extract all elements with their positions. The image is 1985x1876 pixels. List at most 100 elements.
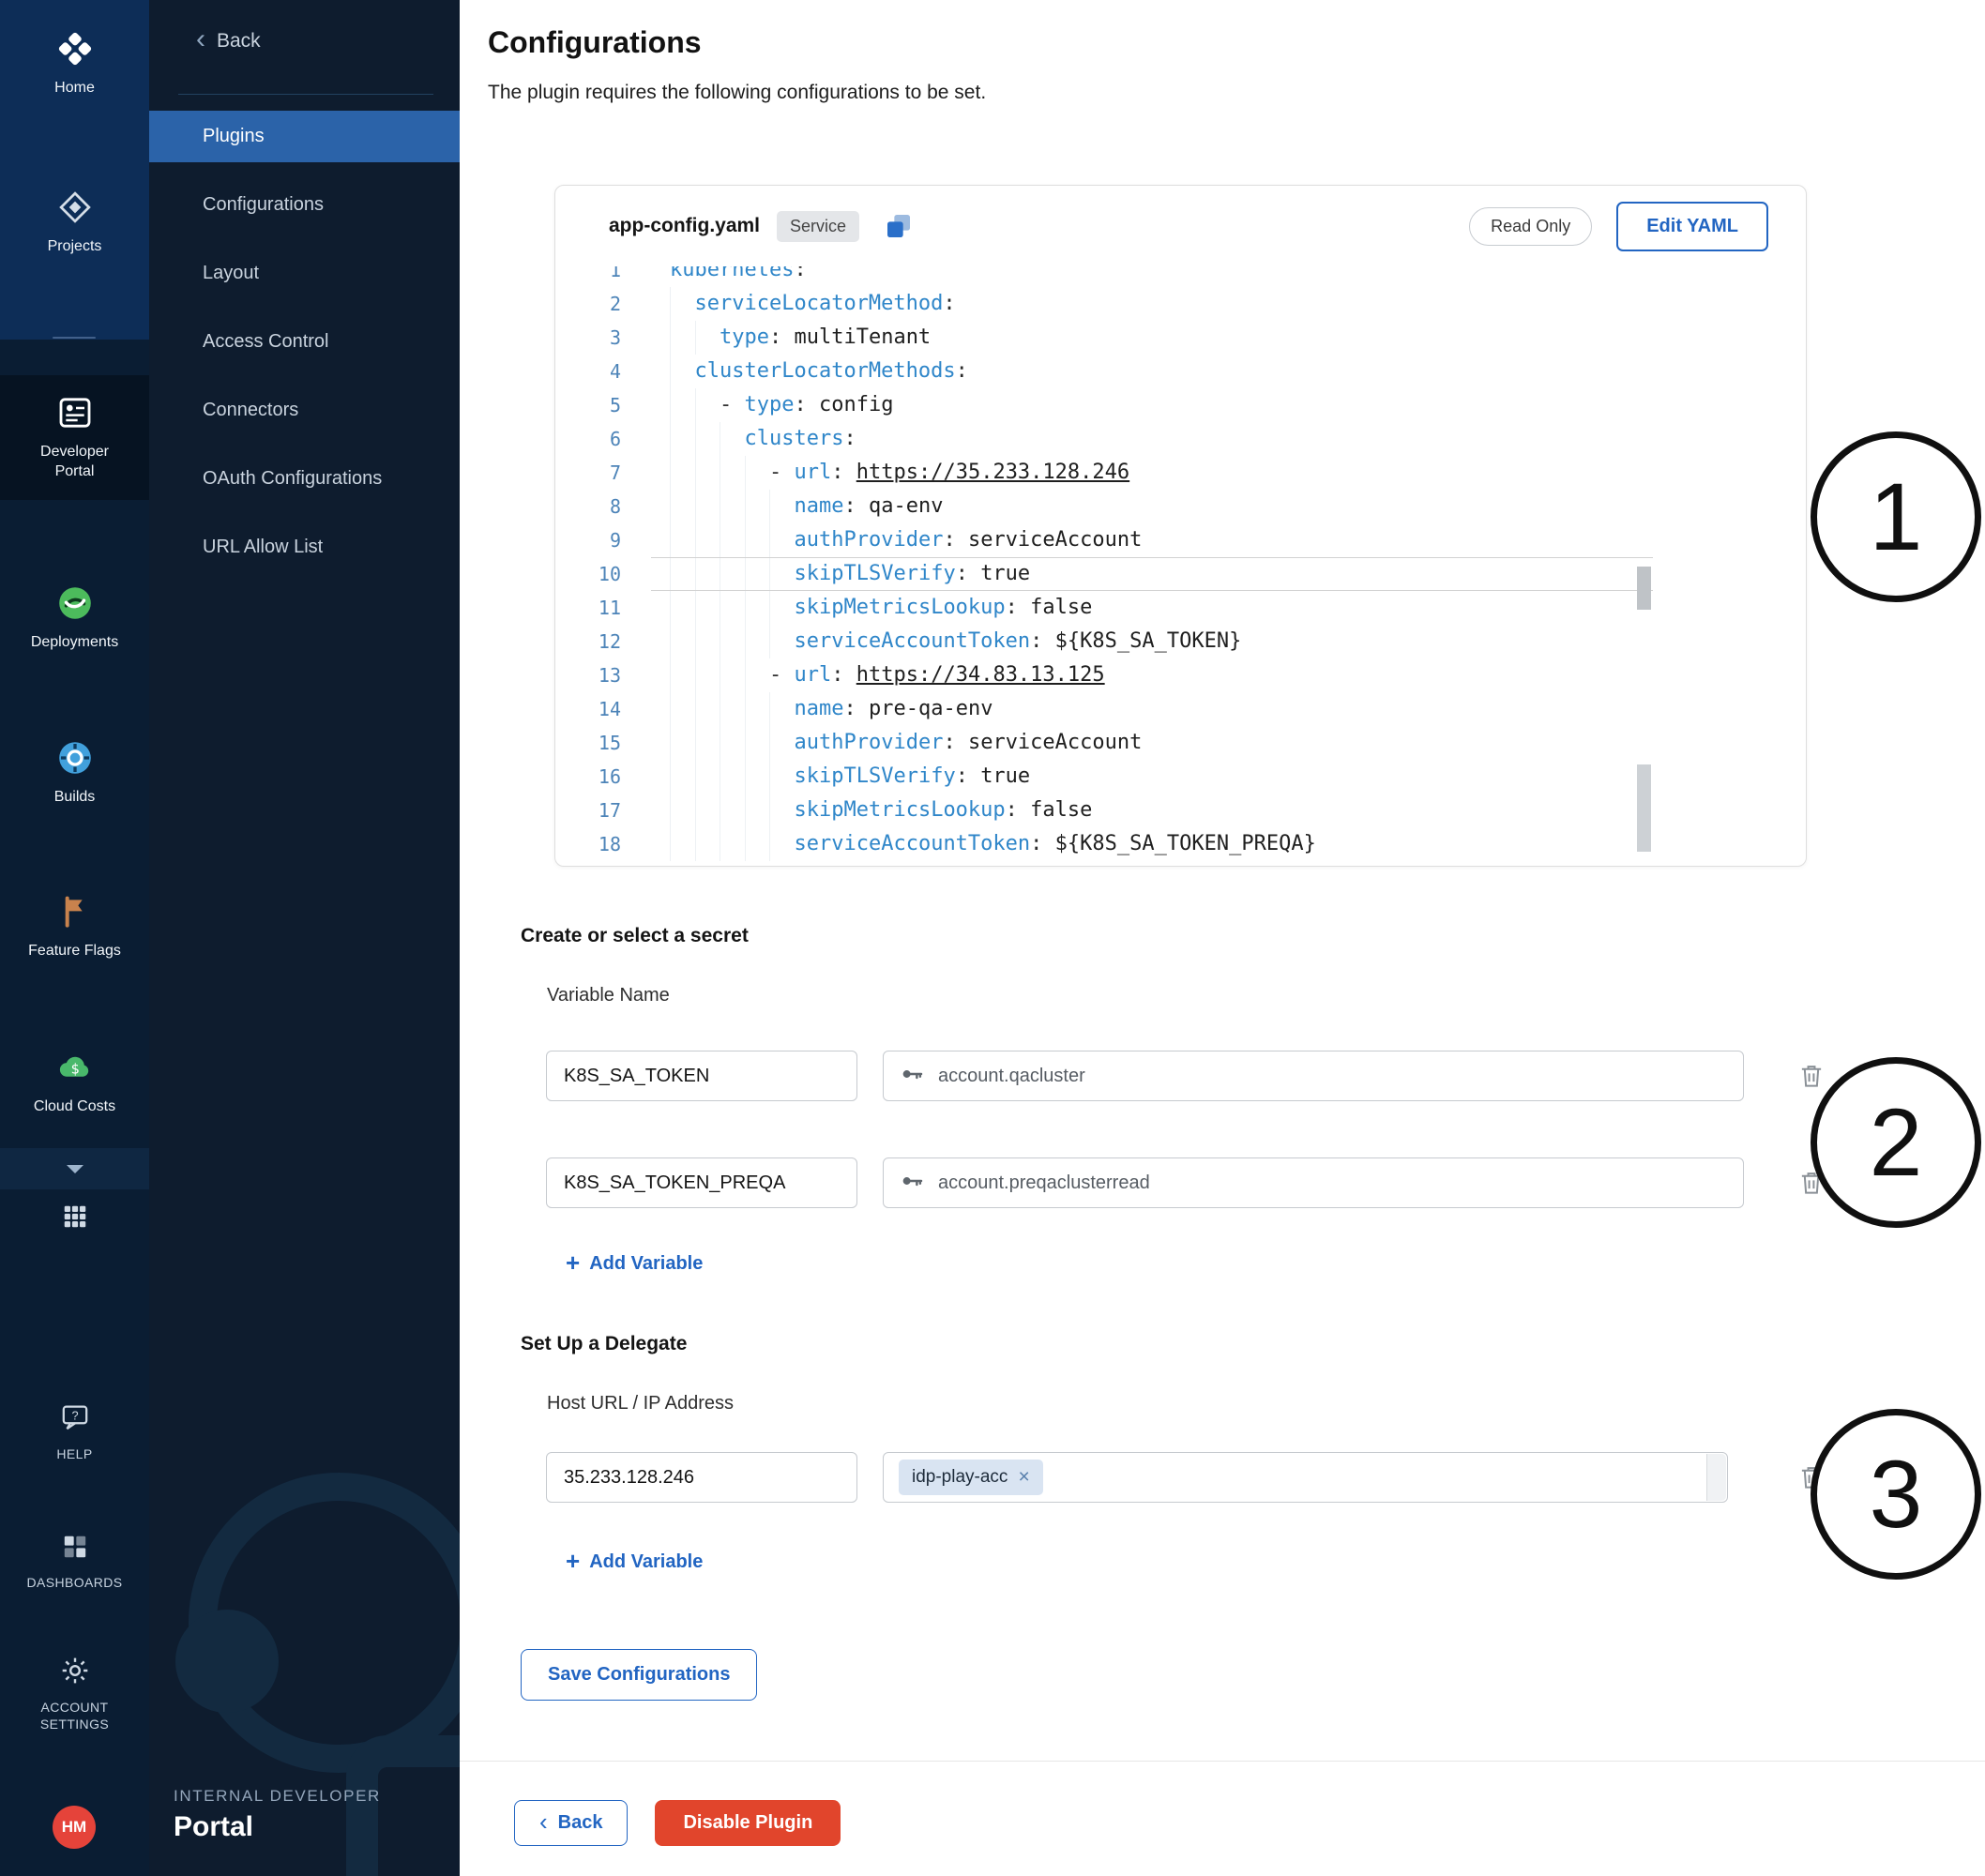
delegate-select-field[interactable]: idp-play-acc × — [883, 1452, 1728, 1503]
sidebar-decor-dot — [175, 1610, 279, 1713]
line-number: 10 — [589, 557, 621, 591]
sidebar-item-label: Access Control — [203, 331, 329, 353]
code-line: 5 - type: config — [589, 388, 1653, 422]
code-line: 17 skipMetricsLookup: false — [589, 794, 1653, 827]
footer-divider — [460, 1761, 1985, 1762]
add-variable-label: Add Variable — [589, 1253, 703, 1275]
yaml-url: https://34.83.13.125 — [856, 663, 1105, 687]
rail-item-help[interactable]: ? HELP — [0, 1401, 149, 1462]
code-line: 16 skipTLSVerify: true — [589, 760, 1653, 794]
page-title: Configurations — [488, 24, 1985, 60]
page-subtitle: The plugin requires the following config… — [488, 81, 1985, 105]
rail-item-label: HELP — [56, 1445, 92, 1462]
trash-icon[interactable] — [1796, 1060, 1828, 1092]
annotation-circle-2: 2 — [1811, 1057, 1981, 1228]
add-variable-button[interactable]: + Add Variable — [566, 1253, 703, 1275]
rail-item-developer-portal[interactable]: Developer Portal — [0, 375, 149, 500]
line-number: 5 — [589, 388, 621, 422]
rail-item-deployments[interactable]: Deployments — [0, 582, 149, 652]
line-number: 7 — [589, 456, 621, 490]
sidebar-item-url-allow-list[interactable]: URL Allow List — [149, 522, 460, 573]
delegate-section-heading: Set Up a Delegate — [521, 1332, 1985, 1356]
feature-flags-icon — [54, 891, 96, 932]
secret-variable-row: account.preqaclusterread — [546, 1157, 1985, 1208]
back-button-label: Back — [558, 1812, 603, 1834]
host-url-input[interactable] — [546, 1452, 857, 1503]
line-number: 14 — [589, 692, 621, 726]
code-line: 7 - url: https://35.233.128.246 — [589, 456, 1653, 490]
line-number: 11 — [589, 591, 621, 625]
collapse-nav-button[interactable] — [0, 1148, 149, 1189]
yaml-filename: app-config.yaml — [609, 215, 760, 237]
secret-select-field[interactable]: account.qacluster — [883, 1051, 1744, 1101]
yaml-editor[interactable]: 1 kubernetes: 2 serviceLocatorMethod: 3 … — [589, 266, 1653, 867]
back-link[interactable]: ‹ Back — [196, 30, 261, 53]
sidebar-item-connectors[interactable]: Connectors — [149, 385, 460, 436]
dashboards-icon — [60, 1532, 90, 1566]
grid-icon — [61, 1203, 89, 1235]
editor-scrollbar-thumb[interactable] — [1637, 567, 1651, 610]
main-content: Configurations The plugin requires the f… — [460, 0, 1985, 1876]
rail-item-dashboards[interactable]: DASHBOARDS — [0, 1532, 149, 1591]
code-line: 14 name: pre-qa-env — [589, 692, 1653, 726]
save-configurations-button[interactable]: Save Configurations — [521, 1649, 757, 1701]
sidebar-item-label: URL Allow List — [203, 537, 323, 558]
line-number: 1 — [589, 266, 621, 287]
variable-name-label: Variable Name — [547, 984, 1985, 1006]
disable-plugin-button[interactable]: Disable Plugin — [655, 1800, 841, 1846]
edit-yaml-button[interactable]: Edit YAML — [1616, 202, 1768, 251]
rail-divider — [53, 337, 96, 339]
rail-item-builds[interactable]: Builds — [0, 737, 149, 807]
cloud-costs-icon: $ — [54, 1047, 96, 1088]
annotation-circle-1: 1 — [1811, 431, 1981, 602]
module-launcher-button[interactable] — [0, 1203, 149, 1235]
rail-item-feature-flags[interactable]: Feature Flags — [0, 891, 149, 961]
rail-item-label: DASHBOARDS — [26, 1574, 122, 1591]
deployments-icon — [54, 582, 96, 624]
avatar[interactable]: HM — [53, 1806, 96, 1849]
back-link-label: Back — [217, 30, 261, 53]
field-scrollbar — [1706, 1454, 1726, 1501]
copy-icon[interactable] — [884, 211, 914, 241]
rail-item-projects[interactable]: Projects — [0, 187, 149, 256]
code-line: 1 kubernetes: — [589, 266, 1653, 287]
code-line: 6 clusters: — [589, 422, 1653, 456]
chip-close-icon[interactable]: × — [1018, 1468, 1029, 1487]
delegate-row: idp-play-acc × — [546, 1452, 1985, 1503]
app-root: Home Projects Developer Portal Deploymen… — [0, 0, 1985, 1876]
line-number: 16 — [589, 760, 621, 794]
key-icon — [899, 1168, 925, 1199]
key-icon — [899, 1061, 925, 1092]
add-variable-button-delegate[interactable]: + Add Variable — [566, 1551, 703, 1573]
chevron-left-icon: ‹ — [539, 1813, 548, 1830]
sidebar-item-layout[interactable]: Layout — [149, 248, 460, 299]
chevron-left-icon: ‹ — [196, 28, 205, 51]
rail-item-home[interactable]: Home — [0, 28, 149, 98]
annotation-circle-3: 3 — [1811, 1409, 1981, 1580]
footer-title: Portal — [174, 1811, 381, 1843]
secret-reference: account.qacluster — [938, 1066, 1085, 1087]
code-line: 18 serviceAccountToken: ${K8S_SA_TOKEN_P… — [589, 827, 1653, 861]
rail-item-account-settings[interactable]: ACCOUNT SETTINGS — [0, 1655, 149, 1732]
variable-name-input[interactable] — [546, 1051, 857, 1101]
variable-name-input[interactable] — [546, 1157, 857, 1208]
secret-reference: account.preqaclusterread — [938, 1172, 1150, 1194]
plus-icon: + — [566, 1551, 580, 1570]
rail-item-label: Feature Flags — [28, 941, 121, 961]
rail-item-label: Deployments — [31, 632, 118, 652]
sidebar-item-access-control[interactable]: Access Control — [149, 316, 460, 368]
line-number: 12 — [589, 625, 621, 658]
sidebar-item-oauth-configurations[interactable]: OAuth Configurations — [149, 453, 460, 505]
sidebar-divider — [178, 94, 433, 95]
sidebar-item-configurations[interactable]: Configurations — [149, 179, 460, 231]
rail-item-label: Home — [54, 78, 95, 98]
secret-select-field[interactable]: account.preqaclusterread — [883, 1157, 1744, 1208]
rail-item-cloud-costs[interactable]: $ Cloud Costs — [0, 1047, 149, 1116]
sidebar-item-plugins[interactable]: Plugins — [149, 111, 460, 162]
plus-icon: + — [566, 1253, 580, 1272]
line-number: 2 — [589, 287, 621, 321]
back-button[interactable]: ‹ Back — [514, 1800, 628, 1846]
code-line: 2 serviceLocatorMethod: — [589, 287, 1653, 321]
delegate-chip[interactable]: idp-play-acc × — [899, 1460, 1043, 1495]
help-icon: ? — [59, 1401, 91, 1438]
